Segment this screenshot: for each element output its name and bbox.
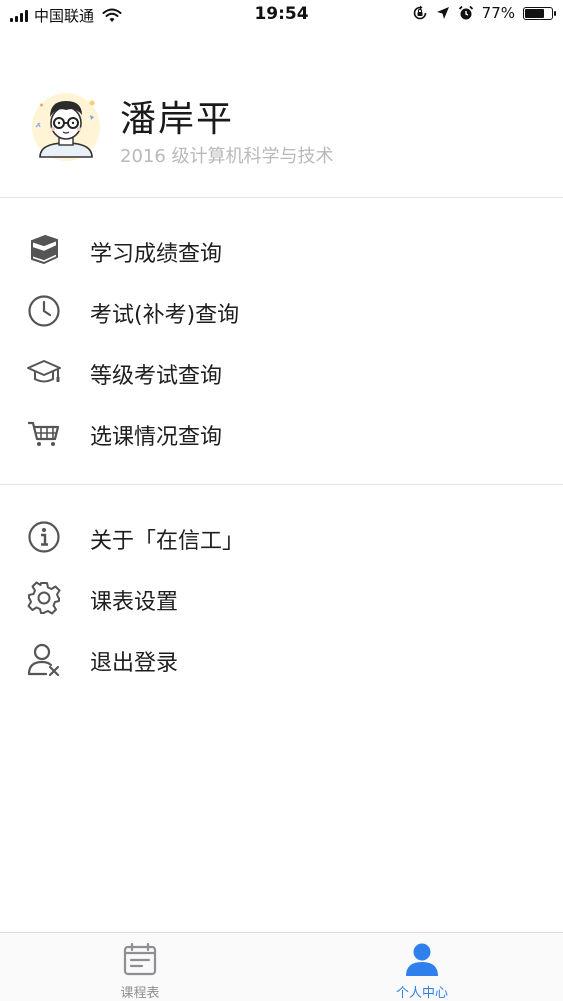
calendar-icon: [123, 942, 157, 976]
menu-label: 等级考试查询: [90, 364, 223, 389]
battery-percent: 77%: [481, 4, 515, 22]
menu-item-level-exam[interactable]: 等级考试查询: [0, 341, 563, 402]
alarm-icon: [458, 5, 473, 20]
info-icon: [28, 521, 60, 553]
cart-icon: [28, 421, 60, 446]
query-menu: 学习成绩查询 考试(补考)查询 等级考试查询 选课情况查询: [0, 219, 563, 463]
menu-item-grades[interactable]: 学习成绩查询: [0, 219, 563, 280]
user-major: 2016 级计算机科学与技术: [120, 146, 334, 167]
profile-header[interactable]: 潘岸平 2016 级计算机科学与技术: [0, 70, 563, 198]
battery-icon: [523, 6, 556, 20]
divider: [0, 484, 563, 485]
tab-schedule[interactable]: 课程表: [40, 933, 240, 1001]
tab-profile[interactable]: 个人中心: [322, 933, 522, 1001]
menu-label: 选课情况查询: [90, 425, 223, 450]
settings-menu: 关于「在信工」 课表设置 退出登录: [0, 506, 563, 689]
tab-label: 课程表: [120, 986, 160, 1001]
status-right: 77%: [412, 4, 556, 22]
rotation-lock-icon: [413, 5, 426, 20]
graduation-cap-icon: [27, 360, 61, 383]
menu-label: 考试(补考)查询: [90, 303, 240, 328]
menu-label: 学习成绩查询: [90, 242, 223, 267]
person-icon: [406, 943, 438, 976]
tab-bar: 课程表 个人中心: [0, 932, 563, 1001]
battery-fill: [525, 8, 545, 18]
clock-icon: [28, 295, 60, 327]
menu-label: 退出登录: [90, 651, 179, 676]
user-name: 潘岸平: [120, 99, 235, 140]
menu-label: 关于「在信工」: [90, 529, 245, 554]
menu-item-logout[interactable]: 退出登录: [0, 628, 563, 689]
menu-label: 课表设置: [90, 590, 179, 615]
gear-icon: [27, 581, 61, 615]
user-logout-icon: [27, 643, 60, 677]
menu-item-course-selection[interactable]: 选课情况查询: [0, 402, 563, 463]
menu-item-schedule-settings[interactable]: 课表设置: [0, 567, 563, 628]
books-icon: [31, 235, 58, 264]
status-bar: 中国联通 19:54 77%: [0, 0, 563, 30]
menu-item-about[interactable]: 关于「在信工」: [0, 506, 563, 567]
avatar: [32, 93, 100, 161]
location-icon: [436, 7, 449, 19]
menu-item-exam[interactable]: 考试(补考)查询: [0, 280, 563, 341]
tab-label: 个人中心: [395, 986, 448, 1001]
divider: [0, 197, 563, 198]
